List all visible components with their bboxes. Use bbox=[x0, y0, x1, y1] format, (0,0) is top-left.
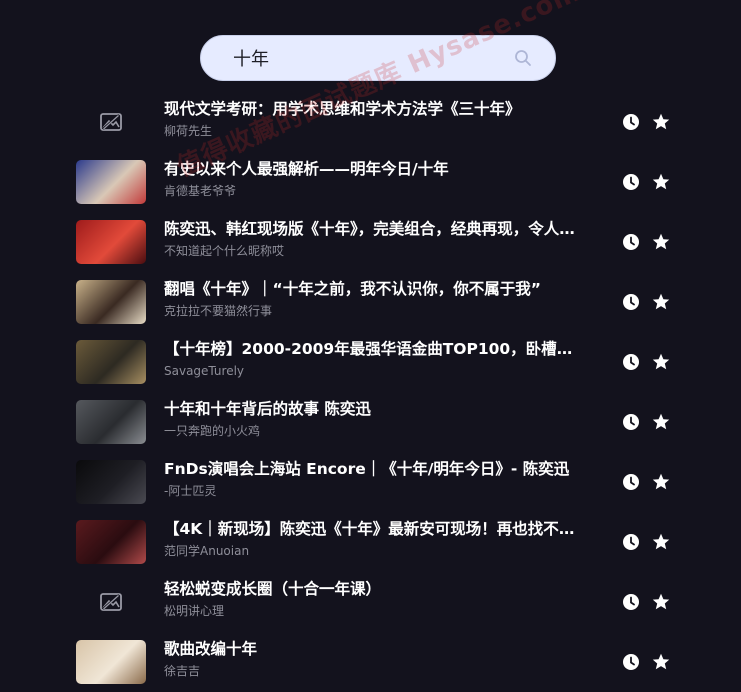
result-row[interactable]: 【十年榜】2000-2009年最强华语金曲TOP100，卧槽！这都是谁写的 Sav… bbox=[0, 332, 741, 392]
result-row[interactable]: 轻松蜕变成长圈（十合一年课） 松明讲心理 bbox=[0, 572, 741, 632]
result-title[interactable]: FnDs演唱会上海站 Encore｜《十年/明年今日》- 陈奕迅 bbox=[164, 458, 584, 480]
result-title[interactable]: 有史以来个人最强解析——明年今日/十年 bbox=[164, 158, 584, 180]
result-title[interactable]: 翻唱《十年》｜“十年之前，我不认识你，你不属于我” bbox=[164, 278, 584, 300]
result-author: 柳荷先生 bbox=[164, 124, 213, 138]
watch-later-icon[interactable] bbox=[622, 593, 640, 611]
result-author: 范同学Anuoian bbox=[164, 544, 250, 558]
result-title[interactable]: 轻松蜕变成长圈（十合一年课） bbox=[164, 578, 584, 600]
result-author: SavageTurely bbox=[164, 364, 245, 378]
result-title[interactable]: 现代文学考研：用学术思维和学术方法学《三十年》 bbox=[164, 98, 584, 120]
result-title[interactable]: 陈奕迅、韩红现场版《十年》，完美组合，经典再现，令人动容 bbox=[164, 218, 584, 240]
favorite-star-icon[interactable] bbox=[651, 472, 671, 492]
video-thumbnail[interactable] bbox=[76, 520, 146, 564]
video-thumbnail[interactable] bbox=[76, 280, 146, 324]
result-title[interactable]: 【十年榜】2000-2009年最强华语金曲TOP100，卧槽！这都是谁写的 bbox=[164, 338, 584, 360]
result-author: 松明讲心理 bbox=[164, 604, 225, 618]
result-row[interactable]: 陈奕迅、韩红现场版《十年》，完美组合，经典再现，令人动容不知道起个什么昵称哎 bbox=[0, 212, 741, 272]
result-row[interactable]: 有史以来个人最强解析——明年今日/十年肯德基老爷爷 bbox=[0, 152, 741, 212]
watch-later-icon[interactable] bbox=[622, 413, 640, 431]
result-title[interactable]: 【4K｜新现场】陈奕迅《十年》最新安可现场！再也找不回那年的青春 bbox=[164, 518, 584, 540]
result-author: 徐吉吉 bbox=[164, 664, 201, 678]
favorite-star-icon[interactable] bbox=[651, 412, 671, 432]
favorite-star-icon[interactable] bbox=[651, 292, 671, 312]
video-thumbnail[interactable] bbox=[76, 160, 146, 204]
result-title[interactable]: 十年和十年背后的故事 陈奕迅 bbox=[164, 398, 584, 420]
broken-image-icon[interactable] bbox=[76, 100, 146, 144]
favorite-star-icon[interactable] bbox=[651, 652, 671, 672]
watch-later-icon[interactable] bbox=[622, 173, 640, 191]
favorite-star-icon[interactable] bbox=[651, 112, 671, 132]
result-title[interactable]: 歌曲改编十年 bbox=[164, 638, 584, 660]
result-author: 不知道起个什么昵称哎 bbox=[164, 244, 285, 258]
favorite-star-icon[interactable] bbox=[651, 532, 671, 552]
result-row[interactable]: 十年和十年背后的故事 陈奕迅一只奔跑的小火鸡 bbox=[0, 392, 741, 452]
result-row[interactable]: 翻唱《十年》｜“十年之前，我不认识你，你不属于我” 克拉拉不要猫然行事 bbox=[0, 272, 741, 332]
result-author: 一只奔跑的小火鸡 bbox=[164, 424, 261, 438]
watch-later-icon[interactable] bbox=[622, 653, 640, 671]
broken-image-icon[interactable] bbox=[76, 580, 146, 624]
result-author: 肯德基老爷爷 bbox=[164, 184, 237, 198]
video-thumbnail[interactable] bbox=[76, 220, 146, 264]
result-list: 现代文学考研：用学术思维和学术方法学《三十年》柳荷先生有史以来个人最强解析——明… bbox=[0, 92, 741, 692]
result-row[interactable]: 歌曲改编十年 徐吉吉 bbox=[0, 632, 741, 692]
watch-later-icon[interactable] bbox=[622, 113, 640, 131]
watch-later-icon[interactable] bbox=[622, 293, 640, 311]
video-thumbnail[interactable] bbox=[76, 640, 146, 684]
result-row[interactable]: 【4K｜新现场】陈奕迅《十年》最新安可现场！再也找不回那年的青春范同学Anuoi… bbox=[0, 512, 741, 572]
watch-later-icon[interactable] bbox=[622, 473, 640, 491]
watch-later-icon[interactable] bbox=[622, 353, 640, 371]
watch-later-icon[interactable] bbox=[622, 533, 640, 551]
video-thumbnail[interactable] bbox=[76, 340, 146, 384]
favorite-star-icon[interactable] bbox=[651, 592, 671, 612]
favorite-star-icon[interactable] bbox=[651, 172, 671, 192]
result-author: -阿士匹灵 bbox=[164, 484, 217, 498]
video-thumbnail[interactable] bbox=[76, 400, 146, 444]
video-thumbnail[interactable] bbox=[76, 460, 146, 504]
search-icon[interactable] bbox=[511, 46, 535, 70]
favorite-star-icon[interactable] bbox=[651, 232, 671, 252]
favorite-star-icon[interactable] bbox=[651, 352, 671, 372]
result-author: 克拉拉不要猫然行事 bbox=[164, 304, 273, 318]
result-row[interactable]: 现代文学考研：用学术思维和学术方法学《三十年》柳荷先生 bbox=[0, 92, 741, 152]
result-row[interactable]: FnDs演唱会上海站 Encore｜《十年/明年今日》- 陈奕迅 -阿士匹灵 bbox=[0, 452, 741, 512]
search-bar[interactable]: 十年 bbox=[200, 35, 556, 81]
search-input[interactable]: 十年 bbox=[233, 45, 511, 71]
watch-later-icon[interactable] bbox=[622, 233, 640, 251]
